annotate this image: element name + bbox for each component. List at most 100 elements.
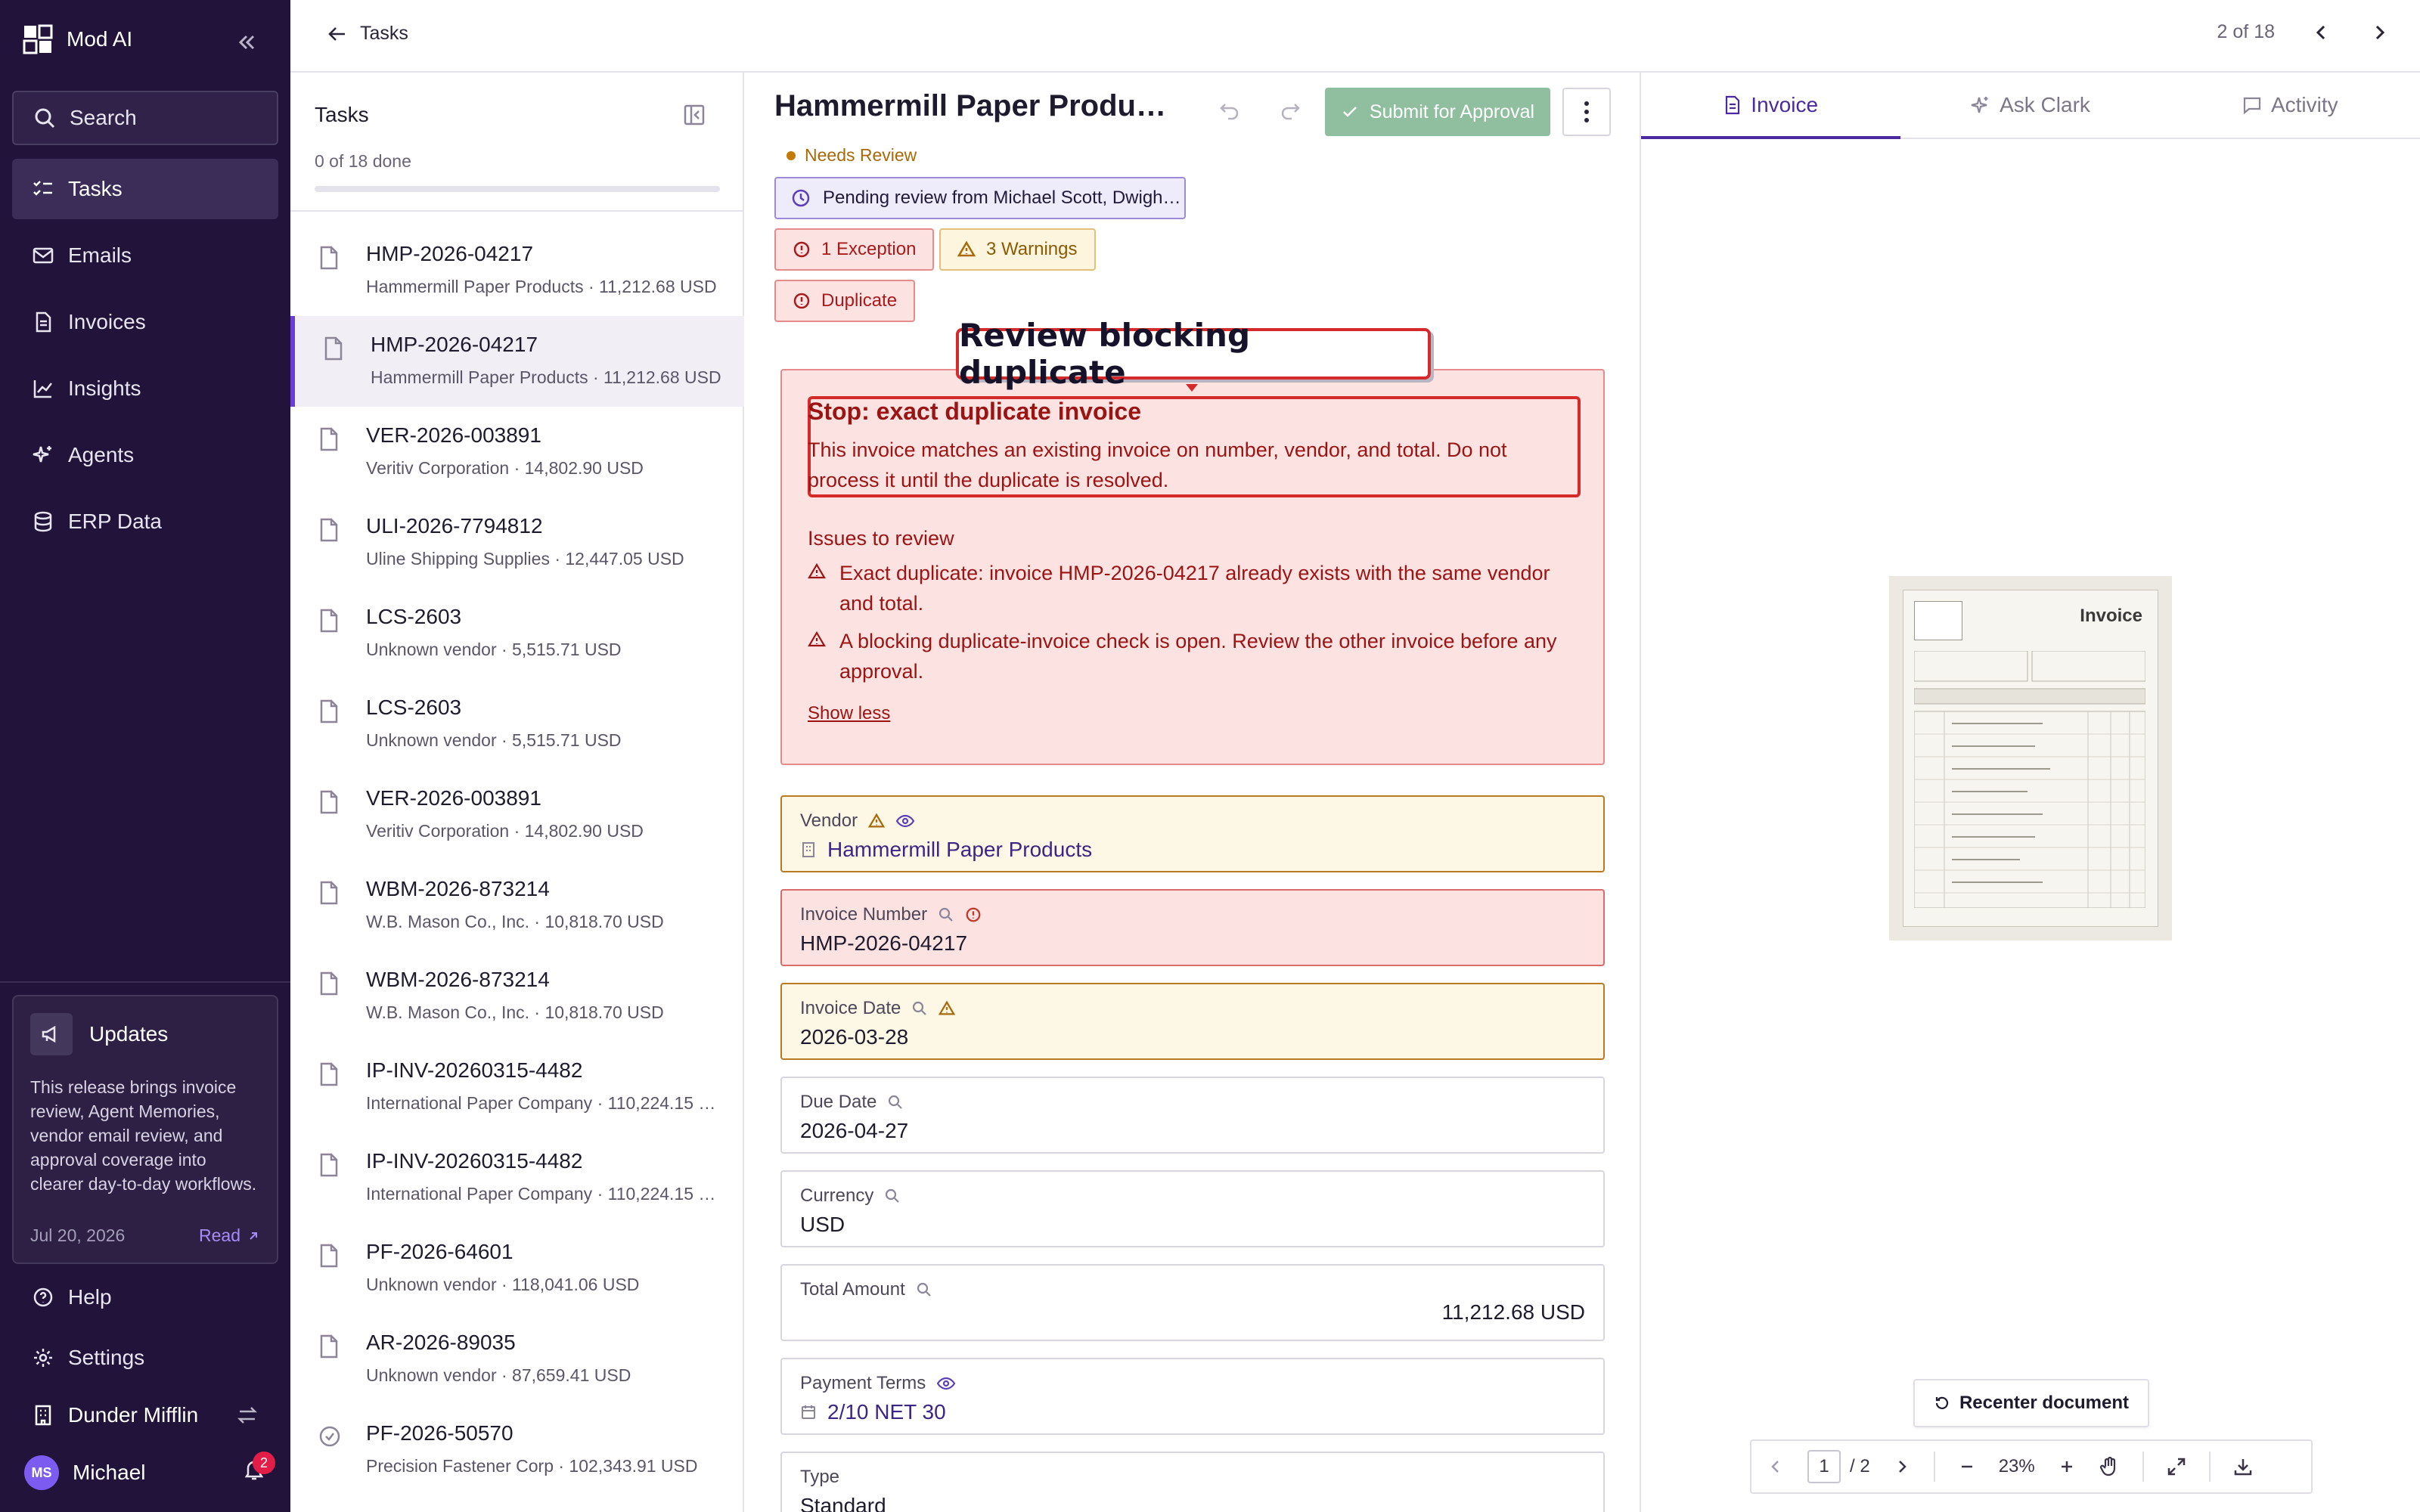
chevron-right-icon[interactable] [1893, 1458, 1911, 1476]
redo-icon[interactable] [1278, 98, 1302, 122]
pending-review-badge[interactable]: Pending review from Michael Scott, Dwigh… [774, 177, 1186, 219]
nav-item-invoices[interactable]: Invoices [12, 292, 278, 352]
read-label: Read [199, 1225, 240, 1245]
task-item[interactable]: VER-2026-003891 Veritiv Corporation · 14,… [290, 407, 744, 497]
submit-for-approval-button[interactable]: Submit for Approval [1325, 88, 1550, 136]
issue-item: A blocking duplicate-invoice check is op… [808, 626, 1578, 686]
warnings-chip[interactable]: 3 Warnings [939, 228, 1096, 271]
task-id: WBM-2026-873214 [366, 877, 550, 900]
collapse-panel-icon[interactable] [682, 103, 706, 127]
total-amount-field[interactable]: Total Amount 11,212.68 USD [780, 1264, 1605, 1341]
search-icon[interactable] [916, 1281, 932, 1298]
bell-icon[interactable]: 2 [242, 1452, 275, 1482]
alert-circle-icon [793, 292, 811, 310]
nav-item-erp-data[interactable]: ERP Data [12, 491, 278, 552]
field-label: Vendor [800, 810, 858, 831]
recenter-document-button[interactable]: Recenter document [1913, 1379, 2149, 1427]
duplicate-chip[interactable]: Duplicate [774, 280, 916, 322]
task-item[interactable]: AR-2026-89035 Unknown vendor · 87,659.41 … [290, 1314, 744, 1405]
tab-ask-clark[interactable]: Ask Clark [1900, 73, 2160, 138]
invoice-preview[interactable]: Invoice [1889, 576, 2172, 940]
pending-text: Pending review from Michael Scott, Dwigh… [823, 187, 1184, 208]
download-icon[interactable] [2233, 1457, 2253, 1476]
eye-icon[interactable] [936, 1375, 956, 1392]
search-button[interactable]: Search [12, 91, 278, 145]
warning-triangle-icon [808, 562, 826, 618]
invoice-date-field[interactable]: Invoice Date 2026-03-28 [780, 983, 1605, 1060]
nav-item-label: Help [68, 1285, 112, 1309]
field-value: 2026-03-28 [800, 1025, 909, 1049]
chevron-left-icon[interactable] [1767, 1458, 1785, 1476]
org-switcher[interactable]: Dunder Mifflin [12, 1385, 278, 1445]
task-item[interactable]: PF-2026-50570 Precision Fastener Corp · 1… [290, 1405, 744, 1495]
undo-icon[interactable] [1218, 98, 1242, 122]
annotation-pointer [1186, 384, 1198, 392]
file-icon [318, 426, 340, 452]
vendor-field[interactable]: Vendor Hammermill Paper Products [780, 795, 1605, 872]
zoom-out-icon[interactable] [1958, 1458, 1976, 1476]
show-less-link[interactable]: Show less [808, 703, 890, 724]
zoom-in-icon[interactable] [2058, 1458, 2076, 1476]
task-item[interactable]: LCS-2603 Unknown vendor · 5,515.71 USD [290, 679, 744, 770]
file-icon [322, 336, 345, 361]
user-menu[interactable]: MS Michael 2 [24, 1452, 275, 1494]
search-icon[interactable] [884, 1188, 901, 1204]
issue-text: Exact duplicate: invoice HMP-2026-04217 … [839, 562, 1550, 615]
field-value[interactable]: 2/10 NET 30 [827, 1400, 946, 1424]
updates-read-link[interactable]: Read [199, 1225, 260, 1246]
type-field[interactable]: Type Standard [780, 1452, 1605, 1512]
search-icon[interactable] [887, 1094, 904, 1111]
invoice-table-graphic [1914, 651, 2145, 908]
task-item[interactable]: ULI-2026-7794812 Uline Shipping Supplies … [290, 497, 744, 588]
tab-label: Invoice [1751, 93, 1819, 116]
clock-icon [791, 188, 811, 208]
task-id: HMP-2026-04217 [371, 333, 538, 356]
file-icon [318, 517, 340, 543]
eye-icon[interactable] [895, 813, 915, 829]
field-value[interactable]: Hammermill Paper Products [827, 838, 1092, 862]
nav-item-settings[interactable]: Settings [12, 1328, 278, 1388]
status-dot [786, 150, 796, 160]
task-item[interactable]: PF-2026-64601 Unknown vendor · 118,041.06… [290, 1223, 744, 1314]
tab-invoice[interactable]: Invoice [1641, 73, 1901, 139]
task-subtitle: Unknown vendor · 87,659.41 USD [366, 1365, 631, 1385]
chevron-right-icon[interactable] [2369, 22, 2390, 43]
nav-item-help[interactable]: Help [12, 1267, 278, 1328]
nav-item-agents[interactable]: Agents [12, 425, 278, 485]
invoice-number-field[interactable]: Invoice Number HMP-2026-04217 [780, 889, 1605, 966]
nav-item-insights[interactable]: Insights [12, 358, 278, 419]
back-button[interactable]: Tasks [327, 23, 408, 45]
task-item[interactable]: IP-INV-20260315-4482 International Paper … [290, 1132, 744, 1223]
hand-icon[interactable] [2099, 1456, 2120, 1477]
page-input[interactable]: 1 [1807, 1450, 1841, 1483]
task-item[interactable]: HMP-2026-04217 Hammermill Paper Products … [290, 225, 744, 316]
task-item[interactable]: WBM-2026-873214 W.B. Mason Co., Inc. · 10… [290, 860, 744, 951]
warning-triangle-icon [957, 240, 976, 259]
task-subtitle: Uline Shipping Supplies · 12,447.05 USD [366, 549, 684, 569]
file-icon [32, 311, 54, 333]
exception-chip[interactable]: 1 Exception [774, 228, 935, 271]
task-item[interactable]: VER-2026-003891 Veritiv Corporation · 14,… [290, 770, 744, 860]
payment-terms-field[interactable]: Payment Terms 2/10 NET 30 [780, 1358, 1605, 1435]
chevron-left-icon[interactable] [2311, 22, 2332, 43]
status-label: Needs Review [805, 145, 917, 165]
more-options-button[interactable] [1562, 88, 1611, 136]
alert-text: This invoice matches an existing invoice… [808, 438, 1507, 491]
nav-item-tasks[interactable]: Tasks [12, 159, 278, 219]
collapse-sidebar-icon[interactable] [234, 30, 259, 54]
task-item[interactable]: HMP-2026-04217 Hammermill Paper Products … [290, 316, 744, 407]
expand-icon[interactable] [2167, 1457, 2186, 1476]
task-item[interactable]: WBM-2026-873214 W.B. Mason Co., Inc. · 10… [290, 951, 744, 1042]
task-item[interactable]: LCS-2603 Unknown vendor · 5,515.71 USD [290, 588, 744, 679]
task-item[interactable]: IP-INV-20260315-4482 International Paper … [290, 1042, 744, 1132]
brand[interactable]: Mod AI [23, 24, 132, 54]
search-icon[interactable] [938, 906, 954, 923]
due-date-field[interactable]: Due Date 2026-04-27 [780, 1077, 1605, 1154]
field-label: Invoice Date [800, 998, 901, 1018]
currency-field[interactable]: Currency USD [780, 1170, 1605, 1247]
nav-item-emails[interactable]: Emails [12, 225, 278, 286]
tab-activity[interactable]: Activity [2161, 73, 2420, 138]
search-icon[interactable] [911, 1000, 928, 1017]
file-icon [318, 971, 340, 996]
help-icon [32, 1286, 54, 1309]
